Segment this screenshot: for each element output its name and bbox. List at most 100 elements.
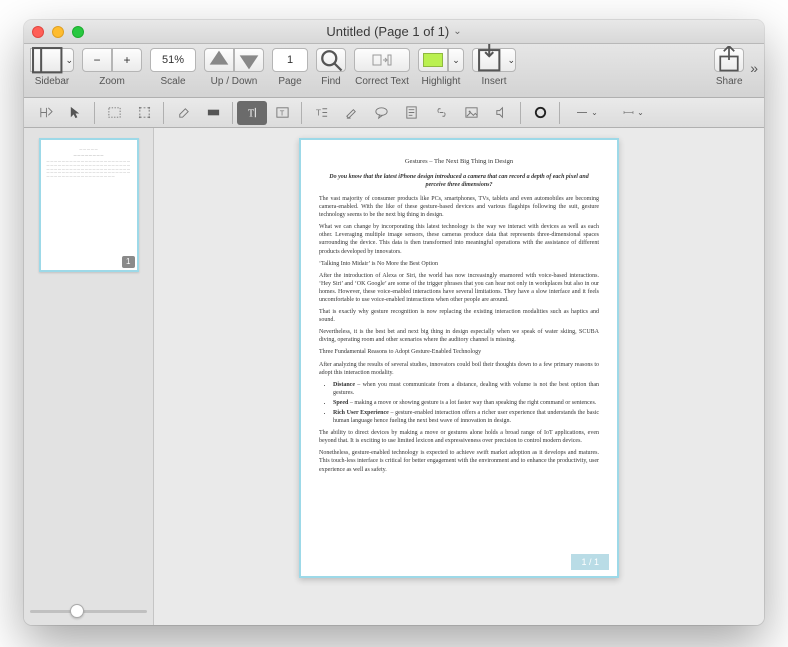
comment-tool[interactable] — [366, 101, 396, 125]
highlight-group: ⌄ Highlight — [418, 48, 464, 87]
image-tool[interactable] — [456, 101, 486, 125]
erase-tool[interactable] — [168, 101, 198, 125]
page-input[interactable] — [272, 48, 308, 72]
thumbnail-sidebar: — — — — — — — — — — — — — — — — — — — — … — [24, 128, 154, 625]
highlight-color-swatch — [423, 53, 443, 67]
text-tool[interactable]: T — [237, 101, 267, 125]
arrow-down-icon — [235, 46, 263, 74]
text-select-tool[interactable] — [30, 101, 60, 125]
correct-text-icon — [372, 53, 392, 67]
chevron-down-icon: ⌄ — [452, 55, 460, 66]
page-down-button[interactable] — [234, 48, 264, 72]
doc-subheading: ‘Talking Into Midair’ is No More the Bes… — [319, 260, 599, 268]
find-group: Find — [316, 48, 346, 87]
insert-icon — [473, 44, 505, 76]
line-endings-tool[interactable]: ⌄ — [610, 101, 656, 125]
highlighter-tool[interactable] — [336, 101, 366, 125]
share-group: Share — [714, 48, 744, 87]
svg-text:T: T — [247, 108, 254, 119]
pointer-tool[interactable] — [60, 101, 90, 125]
minimize-window-button[interactable] — [52, 26, 64, 38]
text-box-tool[interactable]: T — [267, 101, 297, 125]
page-group: Page — [272, 48, 308, 87]
window-controls — [32, 26, 84, 38]
page-label: Page — [278, 76, 301, 87]
content-area: — — — — — — — — — — — — — — — — — — — — … — [24, 128, 764, 625]
scale-input[interactable] — [150, 48, 196, 72]
scale-group: Scale — [150, 48, 196, 87]
link-tool[interactable] — [426, 101, 456, 125]
updown-group: Up / Down — [204, 48, 264, 87]
close-window-button[interactable] — [32, 26, 44, 38]
main-toolbar: ⌄ Sidebar − + Zoom Scale — [24, 44, 764, 98]
sidebar-label: Sidebar — [35, 76, 69, 87]
updown-label: Up / Down — [211, 76, 258, 87]
chevron-down-icon: ⌄ — [507, 55, 515, 66]
doc-paragraph: What we can change by incorporating this… — [319, 223, 599, 255]
doc-paragraph: After analyzing the results of several s… — [319, 361, 599, 377]
chevron-down-icon: ⌄ — [453, 26, 461, 37]
zoom-in-button[interactable]: + — [112, 48, 142, 72]
list-item: Distance – when you must communicate fro… — [333, 381, 599, 397]
area-select-tool[interactable] — [99, 101, 129, 125]
page-up-button[interactable] — [204, 48, 234, 72]
highlight-button[interactable] — [418, 48, 448, 72]
shape-tool[interactable] — [525, 101, 555, 125]
sidebar-toggle-button[interactable]: ⌄ — [30, 48, 74, 72]
search-icon — [317, 46, 345, 74]
window-title[interactable]: Untitled (Page 1 of 1) ⌄ — [24, 24, 764, 39]
zoom-label: Zoom — [99, 76, 125, 87]
doc-subheading: Three Fundamental Reasons to Adopt Gestu… — [319, 348, 599, 356]
doc-paragraph: The vast majority of consumer products l… — [319, 195, 599, 219]
svg-text:T: T — [315, 107, 320, 117]
sound-tool[interactable] — [486, 101, 516, 125]
page-footer-indicator: 1 / 1 — [571, 554, 609, 570]
page-thumbnail[interactable]: — — — — — — — — — — — — — — — — — — — — … — [39, 138, 139, 272]
line-style-tool[interactable]: ⌄ — [564, 101, 610, 125]
share-icon — [715, 46, 743, 74]
window-title-text: Untitled (Page 1 of 1) — [326, 24, 449, 39]
chevron-down-icon: ⌄ — [591, 108, 598, 117]
doc-bullet-list: Distance – when you must communicate fro… — [333, 381, 599, 425]
find-label: Find — [321, 76, 340, 87]
list-item: Speed – making a move or showing gesture… — [333, 399, 599, 407]
thumbnail-page-number: 1 — [122, 256, 134, 268]
note-tool[interactable] — [396, 101, 426, 125]
page-viewport[interactable]: Gestures – The Next Big Thing in Design … — [154, 128, 764, 625]
zoom-out-button[interactable]: − — [82, 48, 112, 72]
zoom-group: − + Zoom — [82, 48, 142, 87]
sidebar-icon — [31, 44, 63, 76]
app-window: Untitled (Page 1 of 1) ⌄ ⌄ Sidebar − + Z… — [24, 20, 764, 625]
list-item: Rich User Experience – gesture-enabled i… — [333, 409, 599, 425]
chevron-down-icon: ⌄ — [65, 55, 73, 66]
titlebar: Untitled (Page 1 of 1) ⌄ — [24, 20, 764, 44]
doc-title: Gestures – The Next Big Thing in Design — [319, 158, 599, 167]
scale-label: Scale — [160, 76, 185, 87]
doc-paragraph: After the introduction of Alexa or Siri,… — [319, 272, 599, 304]
correct-group: Correct Text — [354, 48, 410, 87]
text-style-tool[interactable]: T — [306, 101, 336, 125]
toolbar-overflow-button[interactable]: » — [750, 60, 758, 76]
redact-tool[interactable] — [198, 101, 228, 125]
share-button[interactable] — [714, 48, 744, 72]
correct-text-button[interactable] — [354, 48, 410, 72]
highlight-label: Highlight — [422, 76, 461, 87]
thumbnail-size-slider[interactable] — [30, 603, 147, 619]
share-label: Share — [716, 76, 743, 87]
insert-button[interactable]: ⌄ — [472, 48, 516, 72]
sidebar-group: ⌄ Sidebar — [30, 48, 74, 87]
document-page[interactable]: Gestures – The Next Big Thing in Design … — [299, 138, 619, 578]
chevron-down-icon: ⌄ — [637, 108, 644, 117]
doc-paragraph: That is exactly why gesture recognition … — [319, 308, 599, 324]
zoom-window-button[interactable] — [72, 26, 84, 38]
correct-label: Correct Text — [355, 76, 409, 87]
doc-lead-question: Do you know that the latest iPhone desig… — [319, 173, 599, 189]
highlight-dropdown-button[interactable]: ⌄ — [448, 48, 464, 72]
crop-tool[interactable] — [129, 101, 159, 125]
doc-paragraph: Nonetheless, gesture-enabled technology … — [319, 449, 599, 473]
arrow-up-icon — [205, 46, 233, 74]
find-button[interactable] — [316, 48, 346, 72]
doc-paragraph: The ability to direct devices by making … — [319, 429, 599, 445]
insert-group: ⌄ Insert — [472, 48, 516, 87]
annotation-toolbar: T T T ⌄ ⌄ — [24, 98, 764, 128]
